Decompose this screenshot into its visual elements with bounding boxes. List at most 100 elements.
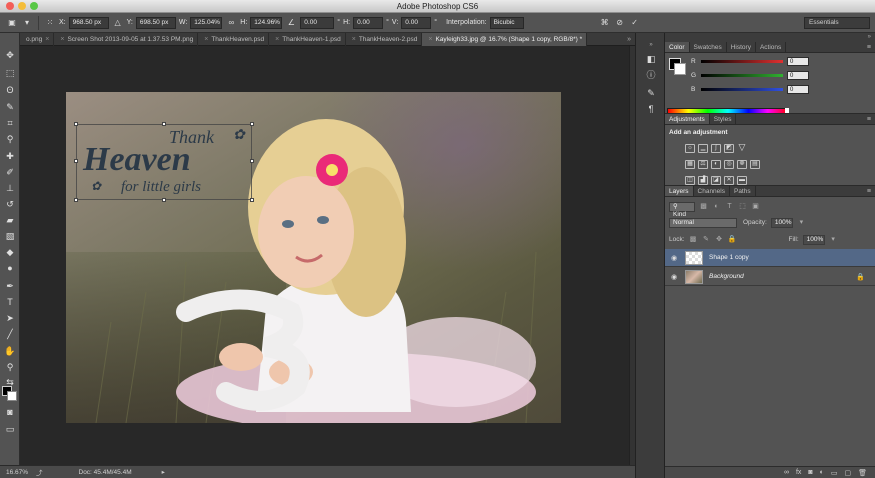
quick-mask-icon[interactable]: ◙ — [3, 406, 17, 418]
eraser-tool-icon[interactable]: ▰ — [3, 214, 17, 226]
transform-bounding-box[interactable]: Thank ✿ Heaven ✿ for little girls — [74, 122, 254, 202]
panel-menu-icon[interactable]: ≡ — [867, 186, 871, 197]
doc-tab[interactable]: × Screen Shot 2013-09-05 at 1.37.53 PM.pn… — [54, 33, 199, 46]
transform-handle[interactable] — [250, 122, 254, 126]
layer-row[interactable]: ◉ Shape 1 copy — [665, 249, 875, 267]
delete-layer-icon[interactable]: 🗑 — [858, 469, 867, 477]
lock-transparency-icon[interactable]: ▩ — [689, 235, 698, 244]
transform-handle[interactable] — [162, 122, 166, 126]
move-tool-icon[interactable]: ✥ — [3, 49, 17, 61]
tab-swatches[interactable]: Swatches — [690, 42, 727, 52]
workspace-select[interactable]: Essentials — [804, 17, 870, 29]
close-tab-icon[interactable]: × — [275, 33, 279, 46]
transform-handle[interactable] — [74, 159, 78, 163]
invert-icon[interactable]: ◫ — [685, 176, 695, 185]
transform-handle[interactable] — [162, 198, 166, 202]
crop-tool-icon[interactable]: ⌗ — [3, 117, 17, 129]
transform-handle[interactable] — [74, 198, 78, 202]
green-value-field[interactable]: 0 — [787, 70, 809, 80]
transform-tool-icon[interactable]: ▣ — [6, 17, 18, 29]
layer-name[interactable]: Background — [709, 273, 744, 280]
gradient-tool-icon[interactable]: ▧ — [3, 230, 17, 242]
curves-icon[interactable]: ∫ — [711, 144, 721, 153]
hue-saturation-icon[interactable]: ▦ — [685, 160, 695, 169]
panel-menu-icon[interactable]: ≡ — [867, 42, 871, 53]
tab-history[interactable]: History — [727, 42, 756, 52]
layer-name[interactable]: Shape 1 copy — [709, 254, 749, 261]
photo-filter-icon[interactable]: ◎ — [724, 160, 734, 169]
h-skew-field[interactable]: 0.00 — [353, 16, 384, 29]
tab-color[interactable]: Color — [665, 42, 690, 52]
zoom-tool-icon[interactable]: ⚲ — [3, 361, 17, 373]
type-filter-icon[interactable]: T — [725, 202, 734, 211]
kind-filter-select[interactable]: ⚲ Kind — [669, 201, 695, 218]
link-layers-icon[interactable]: ∞ — [784, 469, 789, 476]
tab-actions[interactable]: Actions — [756, 42, 787, 52]
healing-brush-tool-icon[interactable]: ✚ — [3, 150, 17, 162]
path-selection-tool-icon[interactable]: ➤ — [3, 312, 17, 324]
tool-preset-chevron-icon[interactable]: ▾ — [21, 17, 33, 29]
screen-mode-icon[interactable]: ▭ — [3, 423, 17, 435]
lock-all-icon[interactable]: 🔒 — [728, 235, 737, 244]
cancel-transform-icon[interactable]: ⊘ — [614, 17, 626, 29]
height-field[interactable]: 124.96% — [250, 16, 283, 29]
tabs-overflow-icon[interactable]: » — [627, 33, 635, 45]
history-panel-icon[interactable]: ◧ — [645, 53, 657, 65]
character-panel-icon[interactable]: ¶ — [645, 103, 657, 115]
type-tool-icon[interactable]: T — [3, 296, 17, 308]
info-panel-icon[interactable]: ⓘ — [645, 69, 657, 81]
blue-slider-track[interactable] — [701, 87, 783, 91]
background-color-swatch[interactable] — [7, 391, 17, 401]
link-icon[interactable]: ∞ — [225, 17, 237, 29]
doc-tab[interactable]: × ThankHeaven.psd — [198, 33, 270, 46]
new-group-icon[interactable]: ▭ — [831, 469, 838, 477]
dodge-tool-icon[interactable]: ● — [3, 262, 17, 274]
tab-styles[interactable]: Styles — [710, 114, 737, 124]
relative-position-icon[interactable]: △ — [112, 17, 124, 29]
blur-tool-icon[interactable]: ◆ — [3, 246, 17, 258]
color-lookup-icon[interactable]: ▤ — [750, 160, 760, 169]
interpolation-select[interactable]: Bicubic — [489, 16, 524, 29]
rotate-angle-field[interactable]: 0.00 — [300, 16, 335, 29]
document-canvas[interactable]: Thank ✿ Heaven ✿ for little girls — [20, 46, 629, 465]
tab-channels[interactable]: Channels — [694, 186, 730, 196]
close-tab-icon[interactable]: × — [60, 33, 64, 46]
x-position-field[interactable]: 968.50 px — [68, 16, 109, 29]
status-menu-arrow-icon[interactable]: ▸ — [162, 468, 165, 476]
new-adjustment-layer-icon[interactable]: ◐ — [820, 469, 824, 476]
v-skew-field[interactable]: 0.00 — [401, 16, 432, 29]
pixel-filter-icon[interactable]: ▩ — [699, 202, 708, 211]
layer-row[interactable]: ◉ Background 🔒 — [665, 268, 875, 286]
green-slider-track[interactable] — [701, 73, 783, 77]
tab-adjustments[interactable]: Adjustments — [665, 114, 710, 124]
clone-stamp-tool-icon[interactable]: ⊥ — [3, 182, 17, 194]
close-tab-icon[interactable]: × — [352, 33, 356, 46]
collapse-panels-icon[interactable]: » — [868, 33, 871, 42]
lock-pixels-icon[interactable]: ✎ — [702, 235, 711, 244]
transform-handle[interactable] — [74, 122, 78, 126]
vibrance-icon[interactable]: ▽ — [737, 143, 747, 153]
visibility-eye-icon[interactable]: ◉ — [665, 273, 683, 281]
red-value-field[interactable]: 0 — [787, 56, 809, 66]
tab-paths[interactable]: Paths — [730, 186, 756, 196]
smart-object-filter-icon[interactable]: ▣ — [751, 202, 760, 211]
transform-handle[interactable] — [250, 159, 254, 163]
y-position-field[interactable]: 698.50 px — [135, 16, 176, 29]
width-field[interactable]: 125.04% — [190, 16, 223, 29]
adjustment-filter-icon[interactable]: ◐ — [712, 202, 721, 211]
history-brush-tool-icon[interactable]: ↺ — [3, 198, 17, 210]
color-slider-red[interactable]: R 0 — [691, 56, 809, 66]
doc-tab[interactable]: × ThankHeaven-2.psd — [346, 33, 423, 46]
add-mask-icon[interactable]: ◙ — [808, 469, 812, 476]
new-layer-icon[interactable]: ▢ — [844, 469, 851, 477]
reference-point-icon[interactable]: ⁙ — [44, 17, 56, 29]
zoom-level[interactable]: 16.67% — [0, 469, 30, 476]
panel-menu-icon[interactable]: ≡ — [867, 114, 871, 125]
channel-mixer-icon[interactable]: ❁ — [737, 160, 747, 169]
hand-tool-icon[interactable]: ✋ — [3, 345, 17, 357]
close-tab-icon[interactable]: × — [45, 33, 49, 46]
blue-value-field[interactable]: 0 — [787, 84, 809, 94]
brush-tool-icon[interactable]: ✐ — [3, 166, 17, 178]
collapse-dock-icon[interactable]: » — [645, 39, 657, 51]
background-color-swatch[interactable] — [674, 63, 686, 75]
